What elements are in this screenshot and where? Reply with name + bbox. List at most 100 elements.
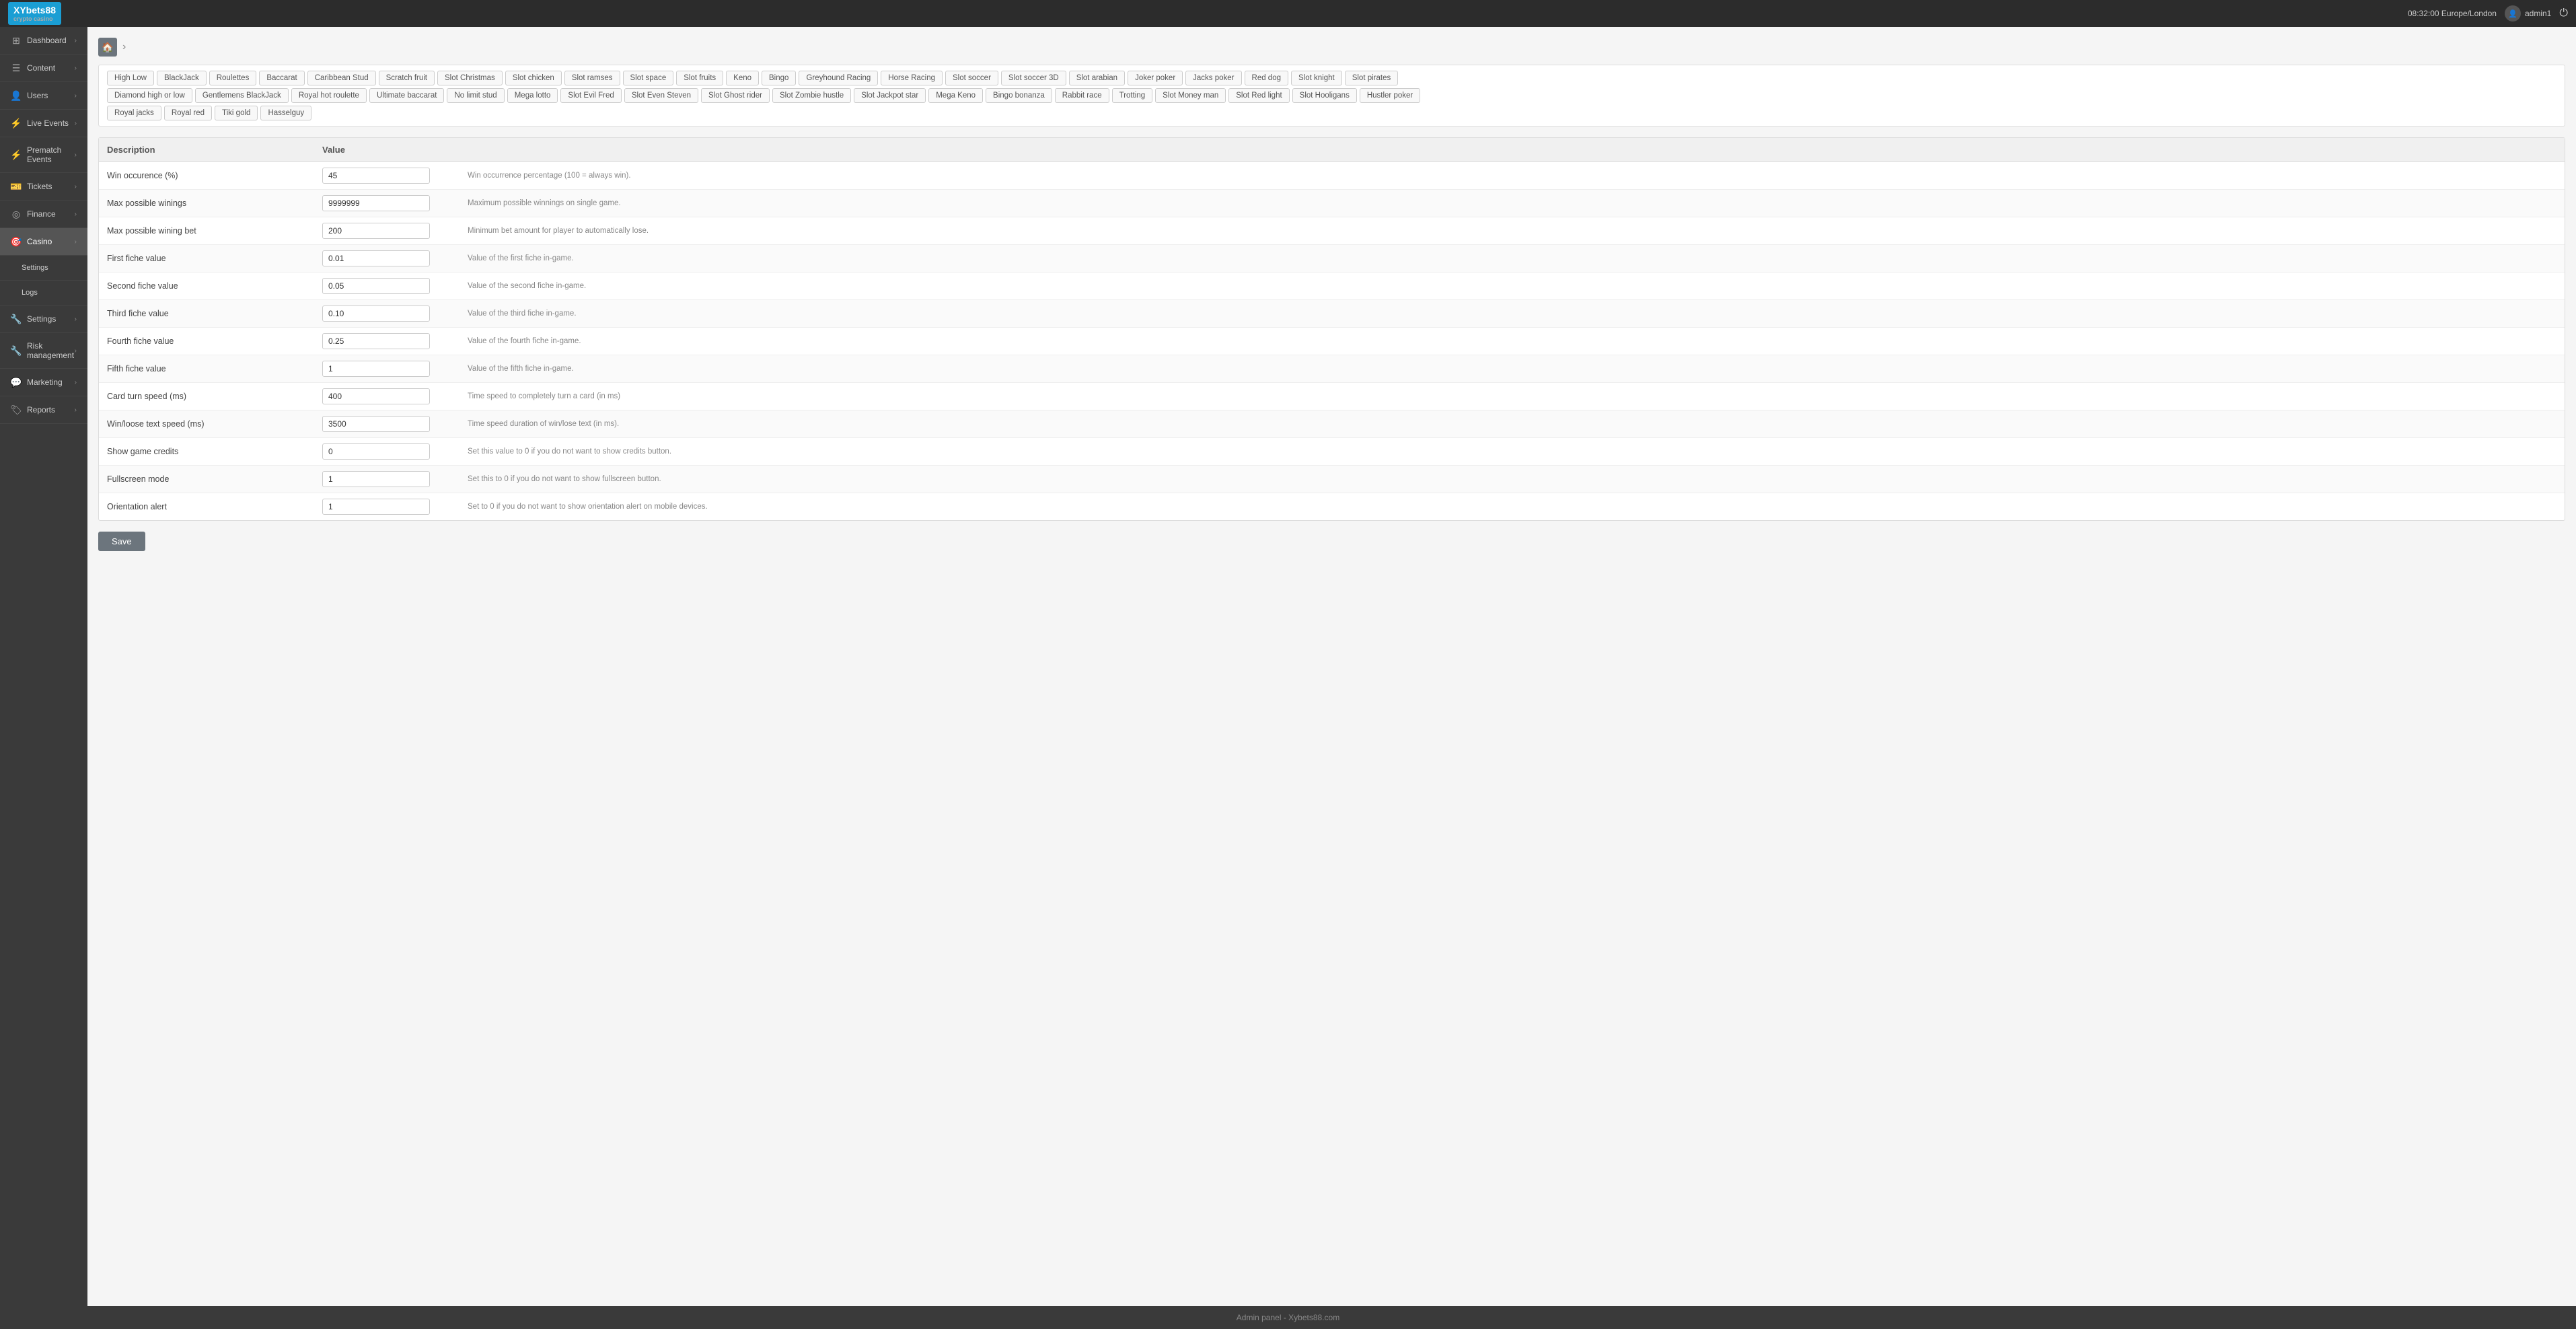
settings-row-orientation-alert: Orientation alertSet to 0 if you do not …: [99, 493, 2565, 520]
sidebar-item-casino-settings[interactable]: Settings: [0, 256, 87, 281]
settings-row-second-fiche-value: Second fiche valueValue of the second fi…: [99, 273, 2565, 300]
game-tab-slot-zombie-hustle[interactable]: Slot Zombie hustle: [772, 88, 851, 103]
settings-input-show-game-credits[interactable]: [322, 443, 430, 460]
game-tab-joker-poker[interactable]: Joker poker: [1128, 71, 1183, 85]
game-tab-tiki-gold[interactable]: Tiki gold: [215, 106, 258, 120]
game-tab-royal-red[interactable]: Royal red: [164, 106, 212, 120]
settings-input-max-possible-wining-bet[interactable]: [322, 223, 430, 239]
tickets-icon: 🎫: [11, 181, 22, 192]
game-tab-slot-even-steven[interactable]: Slot Even Steven: [624, 88, 698, 103]
settings-hint-card-turn-speed: Time speed to completely turn a card (in…: [457, 392, 2556, 400]
game-tab-slot-soccer-3d[interactable]: Slot soccer 3D: [1001, 71, 1066, 85]
game-tab-blackjack[interactable]: BlackJack: [157, 71, 207, 85]
game-tab-red-dog[interactable]: Red dog: [1245, 71, 1288, 85]
game-tab-slot-christmas[interactable]: Slot Christmas: [437, 71, 503, 85]
game-tab-mega-lotto[interactable]: Mega lotto: [507, 88, 558, 103]
game-tab-bingo-bonanza[interactable]: Bingo bonanza: [986, 88, 1052, 103]
game-tab-slot-jackpot-star[interactable]: Slot Jackpot star: [854, 88, 926, 103]
game-tab-slot-soccer[interactable]: Slot soccer: [945, 71, 998, 85]
save-button[interactable]: Save: [98, 532, 145, 551]
game-tab-scratch-fruit[interactable]: Scratch fruit: [379, 71, 435, 85]
game-tab-diamond-high-or-low[interactable]: Diamond high or low: [107, 88, 192, 103]
game-tab-keno[interactable]: Keno: [726, 71, 759, 85]
game-tab-slot-space[interactable]: Slot space: [623, 71, 674, 85]
logout-icon[interactable]: ⏻: [2559, 7, 2568, 20]
topbar-user[interactable]: 👤 admin1: [2505, 5, 2551, 22]
settings-input-third-fiche-value[interactable]: [322, 306, 430, 322]
game-tab-slot-chicken[interactable]: Slot chicken: [505, 71, 562, 85]
save-btn-container: Save: [98, 521, 2565, 562]
prematch-icon: ⚡: [11, 149, 22, 160]
game-tab-slot-money-man[interactable]: Slot Money man: [1155, 88, 1226, 103]
game-tab-slot-ghost-rider[interactable]: Slot Ghost rider: [701, 88, 770, 103]
game-tab-caribbean-stud[interactable]: Caribbean Stud: [307, 71, 376, 85]
casino-icon: 🎯: [11, 236, 22, 247]
sidebar-item-content[interactable]: ☰ Content ›: [0, 55, 87, 82]
sidebar-item-casino[interactable]: 🎯 Casino ›: [0, 228, 87, 256]
settings-rows: Win occurence (%)Win occurrence percenta…: [99, 162, 2565, 520]
chevron-right-icon: ›: [75, 92, 77, 100]
game-tab-ultimate-baccarat[interactable]: Ultimate baccarat: [369, 88, 444, 103]
settings-input-fifth-fiche-value[interactable]: [322, 361, 430, 377]
game-tab-baccarat[interactable]: Baccarat: [259, 71, 304, 85]
game-tab-roulettes[interactable]: Roulettes: [209, 71, 257, 85]
game-tab-slot-pirates[interactable]: Slot pirates: [1345, 71, 1399, 85]
settings-table-header: Description Value: [99, 138, 2565, 162]
settings-input-orientation-alert[interactable]: [322, 499, 430, 515]
game-tab-bingo[interactable]: Bingo: [762, 71, 796, 85]
game-tab-mega-keno[interactable]: Mega Keno: [928, 88, 983, 103]
sidebar-item-dashboard[interactable]: ⊞ Dashboard ›: [0, 27, 87, 55]
settings-input-fullscreen-mode[interactable]: [322, 471, 430, 487]
settings-input-second-fiche-value[interactable]: [322, 278, 430, 294]
sidebar-item-users[interactable]: 👤 Users ›: [0, 82, 87, 110]
settings-input-win-occurrence[interactable]: [322, 168, 430, 184]
chevron-right-icon: ›: [75, 406, 77, 414]
sidebar-item-reports[interactable]: 🏷 Reports ›: [0, 396, 87, 424]
sidebar-item-prematch-events[interactable]: ⚡ Prematch Events ›: [0, 137, 87, 173]
settings-input-first-fiche-value[interactable]: [322, 250, 430, 266]
settings-row-card-turn-speed: Card turn speed (ms)Time speed to comple…: [99, 383, 2565, 410]
game-tab-slot-fruits[interactable]: Slot fruits: [676, 71, 723, 85]
settings-hint-max-possible-winnings: Maximum possible winnings on single game…: [457, 199, 2556, 207]
settings-input-winloose-text-speed[interactable]: [322, 416, 430, 432]
game-tab-gentlemens-blackjack[interactable]: Gentlemens BlackJack: [195, 88, 289, 103]
sidebar-item-casino-logs[interactable]: Logs: [0, 281, 87, 306]
sidebar-item-marketing[interactable]: 💬 Marketing ›: [0, 369, 87, 396]
settings-icon: 🔧: [11, 314, 22, 324]
sidebar-item-label: Casino: [27, 237, 52, 246]
game-tab-hustler-poker[interactable]: Hustler poker: [1360, 88, 1420, 103]
sidebar-item-tickets[interactable]: 🎫 Tickets ›: [0, 173, 87, 201]
game-tab-royal-hot-roulette[interactable]: Royal hot roulette: [291, 88, 367, 103]
sidebar-item-live-events[interactable]: ⚡ Live Events ›: [0, 110, 87, 137]
game-tab-slot-ramses[interactable]: Slot ramses: [564, 71, 620, 85]
settings-row-first-fiche-value: First fiche valueValue of the first fich…: [99, 245, 2565, 273]
topbar-time: 08:32:00 Europe/London: [2408, 9, 2497, 18]
game-tab-hasselguy[interactable]: Hasselguy: [260, 106, 311, 120]
game-tab-trotting[interactable]: Trotting: [1112, 88, 1153, 103]
sidebar-item-settings[interactable]: 🔧 Settings ›: [0, 306, 87, 333]
settings-row-win-occurrence: Win occurence (%)Win occurrence percenta…: [99, 162, 2565, 190]
settings-row-fifth-fiche-value: Fifth fiche valueValue of the fifth fich…: [99, 355, 2565, 383]
settings-input-card-turn-speed[interactable]: [322, 388, 430, 404]
game-tab-slot-hooligans[interactable]: Slot Hooligans: [1292, 88, 1357, 103]
game-tab-jacks-poker[interactable]: Jacks poker: [1185, 71, 1241, 85]
content-icon: ☰: [11, 63, 22, 73]
game-tab-rabbit-race[interactable]: Rabbit race: [1055, 88, 1109, 103]
game-tab-horse-racing[interactable]: Horse Racing: [881, 71, 943, 85]
game-tab-slot-arabian[interactable]: Slot arabian: [1069, 71, 1125, 85]
game-tab-slot-red-light[interactable]: Slot Red light: [1228, 88, 1289, 103]
game-tab-no-limit-stud[interactable]: No limit stud: [447, 88, 504, 103]
sidebar-item-risk-management[interactable]: 🔧 Risk management ›: [0, 333, 87, 369]
game-tab-greyhound-racing[interactable]: Greyhound Racing: [799, 71, 878, 85]
game-tab-high-low[interactable]: High Low: [107, 71, 154, 85]
logo: XYbets88 crypto casino: [8, 2, 61, 25]
chevron-right-icon: ›: [75, 379, 77, 386]
game-tab-royal-jacks[interactable]: Royal jacks: [107, 106, 161, 120]
game-tab-slot-evil-fred[interactable]: Slot Evil Fred: [560, 88, 621, 103]
settings-input-fourth-fiche-value[interactable]: [322, 333, 430, 349]
settings-row-max-possible-wining-bet: Max possible wining betMinimum bet amoun…: [99, 217, 2565, 245]
sidebar-item-finance[interactable]: ◎ Finance ›: [0, 201, 87, 228]
home-button[interactable]: 🏠: [98, 38, 117, 57]
game-tab-slot-knight[interactable]: Slot knight: [1291, 71, 1342, 85]
settings-input-max-possible-winnings[interactable]: [322, 195, 430, 211]
